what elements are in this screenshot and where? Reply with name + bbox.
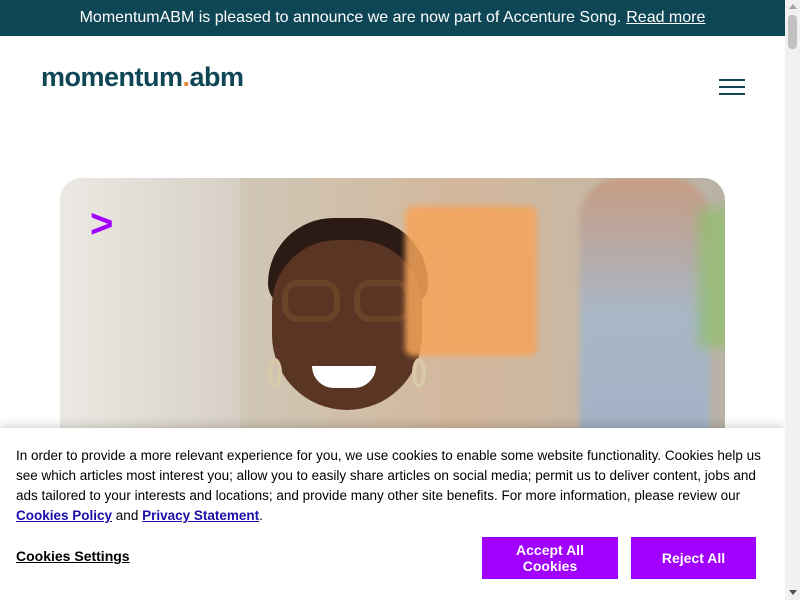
scroll-down-icon[interactable] bbox=[789, 590, 797, 595]
read-more-link[interactable]: Read more bbox=[626, 9, 705, 27]
scroll-thumb[interactable] bbox=[788, 15, 797, 49]
momentumabm-logo[interactable]: momentum.abm bbox=[41, 62, 244, 93]
scroll-up-icon[interactable] bbox=[789, 4, 797, 9]
reject-all-button[interactable]: Reject All bbox=[631, 537, 756, 579]
announcement-text: MomentumABM is pleased to announce we ar… bbox=[79, 9, 622, 26]
sticky-note bbox=[405, 206, 537, 356]
site-header: momentum.abm bbox=[0, 36, 785, 140]
cookies-settings-link[interactable]: Cookies Settings bbox=[16, 548, 130, 564]
privacy-statement-link[interactable]: Privacy Statement bbox=[142, 508, 259, 523]
vertical-scrollbar[interactable] bbox=[785, 0, 800, 600]
logo-suffix: abm bbox=[189, 62, 245, 92]
cookie-notice-text: In order to provide a more relevant expe… bbox=[16, 448, 761, 523]
accenture-greater-than-icon: > bbox=[90, 202, 114, 246]
accept-all-cookies-button[interactable]: Accept All Cookies bbox=[482, 537, 618, 579]
cookie-banner: In order to provide a more relevant expe… bbox=[0, 428, 785, 600]
hamburger-menu-icon[interactable] bbox=[719, 79, 745, 96]
logo-dot: . bbox=[182, 62, 191, 92]
glasses bbox=[282, 280, 418, 326]
cookies-policy-link[interactable]: Cookies Policy bbox=[16, 508, 112, 523]
logo-main: momentum bbox=[41, 62, 183, 92]
page: MomentumABM is pleased to announce we ar… bbox=[0, 0, 785, 600]
announcement-bar: MomentumABM is pleased to announce we ar… bbox=[0, 0, 785, 36]
